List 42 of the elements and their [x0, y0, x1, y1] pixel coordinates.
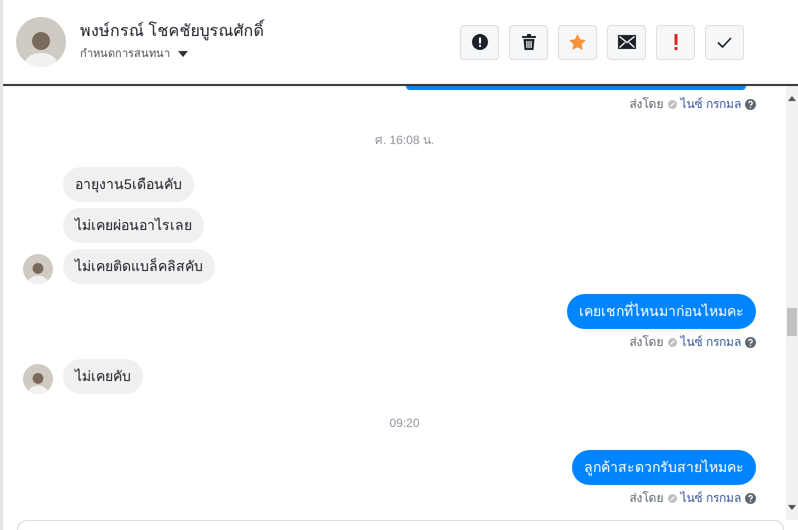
scrollbar-thumb[interactable] [787, 308, 797, 336]
mark-unread-button[interactable] [607, 24, 646, 60]
report-button[interactable] [460, 24, 499, 60]
done-button[interactable] [705, 24, 744, 60]
star-icon [569, 34, 586, 50]
message-bubble: เคยเชกที่ไหนมาก่อนไหมคะ [567, 294, 756, 329]
message-bubble: อายุงาน5เดือนคับ [63, 167, 194, 202]
check-circle-icon [668, 100, 677, 108]
person-silhouette-icon [26, 260, 50, 284]
contact-name: พงษ์กรณ์ โชคชัยบูรณศักดิ์ [80, 22, 264, 42]
sender-name-link[interactable]: ไนซ์ กรกมล [680, 491, 741, 505]
scroll-down-arrow-icon[interactable] [788, 505, 796, 510]
timestamp: ศ. 16:08 น. [374, 132, 434, 149]
help-icon [745, 492, 756, 504]
envelope-icon [618, 35, 636, 49]
message-bubble: ไม่เคยคับ [63, 359, 143, 394]
caret-icon [178, 51, 188, 57]
message-bubble: ไม่เคยผ่อนอาไรเลย [63, 208, 204, 243]
help-icon [745, 336, 756, 348]
star-button[interactable] [558, 24, 597, 60]
check-circle-icon [668, 494, 677, 502]
delete-button[interactable] [509, 24, 548, 60]
check-circle-icon [668, 338, 677, 346]
trash-icon [522, 34, 536, 50]
alert-icon [472, 34, 488, 50]
exclamation-icon [674, 34, 678, 50]
sender-name-link[interactable]: ไนซ์ กรกมล [680, 335, 741, 349]
conversation-settings-dropdown[interactable]: กำหนดการสนทนา [80, 46, 264, 62]
scroll-up-arrow-icon[interactable] [788, 96, 796, 101]
person-silhouette-icon [26, 370, 50, 394]
timestamp: 09:20 [389, 415, 420, 432]
message-bubble: ไม่เคยติดแบล็คลิสคับ [63, 249, 215, 284]
scrollbar[interactable] [786, 86, 798, 520]
checkmark-icon [717, 36, 732, 48]
sent-by-label: ส่งโดย [630, 97, 664, 111]
help-icon [745, 98, 756, 110]
message-input-field[interactable] [17, 520, 784, 530]
sent-by-label: ส่งโดย [630, 335, 664, 349]
message-bubble: ลูกค้าสะดวกรับสายไหมคะ [572, 450, 756, 485]
sender-name-link[interactable]: ไนซ์ กรกมล [680, 97, 741, 111]
sent-by-label: ส่งโดย [630, 491, 664, 505]
spam-button[interactable] [656, 24, 695, 60]
